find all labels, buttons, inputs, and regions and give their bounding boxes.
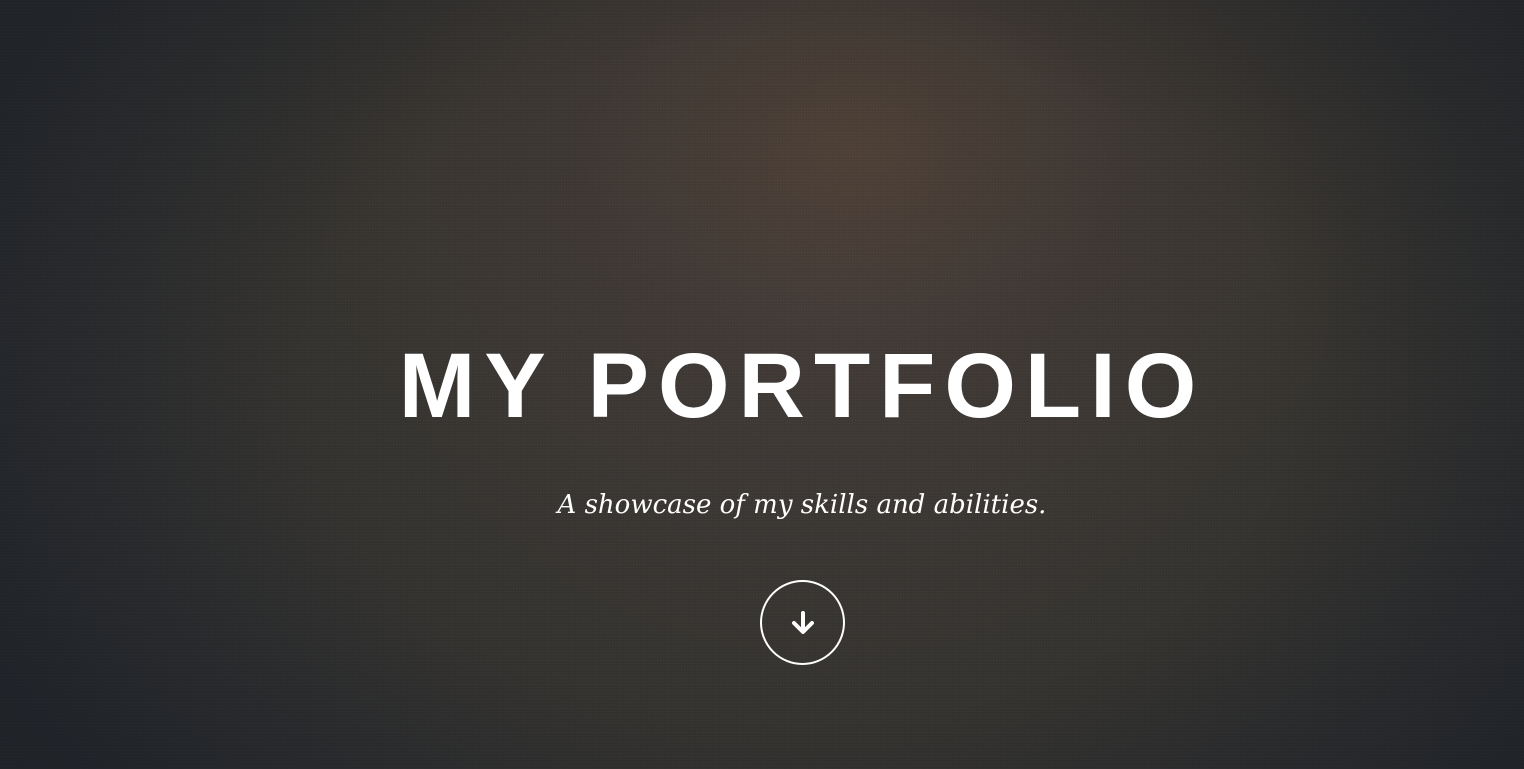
page-subtitle: A showcase of my skills and abilities. xyxy=(557,490,1047,520)
scroll-down-button[interactable] xyxy=(760,580,845,665)
arrow-down-icon xyxy=(789,609,817,637)
hero-section: MY PORTFOLIO A showcase of my skills and… xyxy=(0,0,1524,769)
page-title: MY PORTFOLIO xyxy=(398,335,1206,437)
